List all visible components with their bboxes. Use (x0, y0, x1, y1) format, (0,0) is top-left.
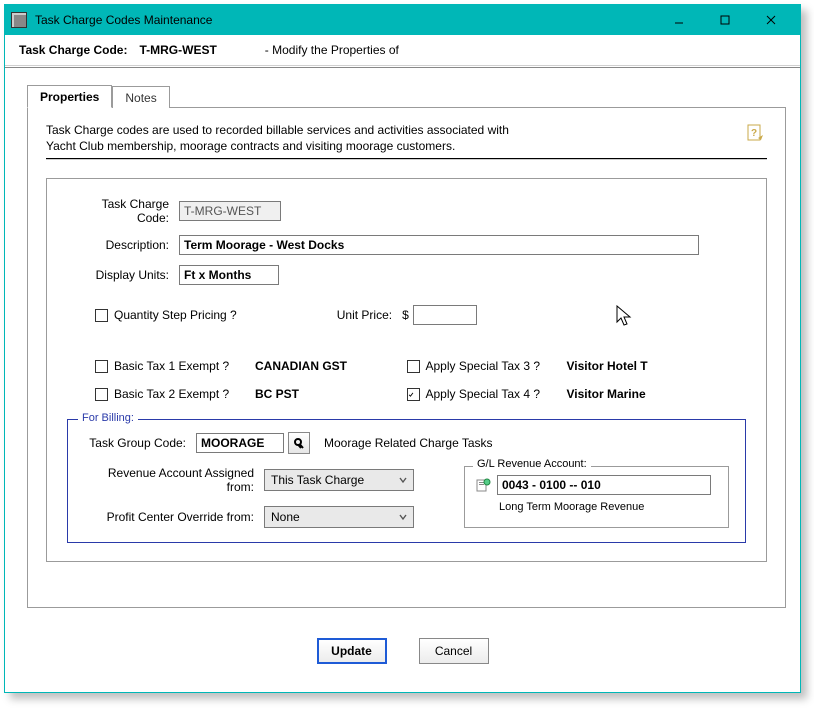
tab-notes[interactable]: Notes (112, 86, 169, 108)
description-input[interactable] (179, 235, 699, 255)
task-group-input[interactable] (196, 433, 284, 453)
basic-tax2-label: Basic Tax 2 Exempt ? (114, 387, 229, 401)
unit-price-label: Unit Price: (337, 308, 392, 322)
profit-center-label: Profit Center Override from: (84, 510, 264, 524)
header-strip: Task Charge Code: T-MRG-WEST - Modify th… (5, 35, 800, 65)
chevron-down-icon (397, 474, 409, 486)
rev-acct-label: Revenue Account Assigned from: (84, 466, 264, 494)
task-group-label: Task Group Code: (84, 436, 196, 450)
gl-lookup-icon[interactable] (475, 477, 491, 493)
app-icon (11, 12, 27, 28)
maximize-button[interactable] (702, 5, 748, 35)
gl-desc: Long Term Moorage Revenue (499, 501, 718, 513)
chevron-down-icon (397, 511, 409, 523)
rev-acct-value: This Task Charge (271, 473, 364, 487)
titlebar-controls (656, 5, 794, 35)
currency-symbol: $ (402, 308, 409, 322)
units-label: Display Units: (67, 268, 179, 282)
button-row: Update Cancel (5, 616, 800, 692)
tab-area: Properties Notes Task Charge codes are u… (5, 68, 800, 616)
task-group-lookup-button[interactable] (288, 432, 310, 454)
tab-row: Properties Notes (27, 84, 786, 108)
special-tax4-label: Apply Special Tax 4 ? (426, 387, 541, 401)
tab-panel-properties: Task Charge codes are used to recorded b… (27, 108, 786, 608)
cancel-button[interactable]: Cancel (419, 638, 489, 664)
billing-fieldset: For Billing: Task Group Code: Moorage Re… (67, 419, 746, 543)
tax-grid: Basic Tax 1 Exempt ? CANADIAN GST Basic … (67, 357, 746, 413)
tab-properties[interactable]: Properties (27, 85, 112, 108)
window: Task Charge Codes Maintenance Task Charg… (4, 4, 801, 693)
minimize-button[interactable] (656, 5, 702, 35)
qty-step-label: Quantity Step Pricing ? (114, 308, 237, 322)
profit-center-select[interactable]: None (264, 506, 414, 528)
task-group-desc: Moorage Related Charge Tasks (324, 436, 493, 450)
special-tax3-label: Apply Special Tax 3 ? (426, 359, 541, 373)
special-tax3-name: Visitor Hotel T (567, 359, 648, 373)
code-input (179, 201, 281, 221)
close-button[interactable] (748, 5, 794, 35)
intro-underline (46, 158, 767, 160)
gl-legend: G/L Revenue Account: (473, 458, 591, 470)
gl-box: G/L Revenue Account: Long Term Moorage R… (464, 466, 729, 528)
basic-tax1-label: Basic Tax 1 Exempt ? (114, 359, 229, 373)
help-button[interactable]: ? (745, 122, 767, 144)
display-units-input[interactable] (179, 265, 279, 285)
basic-tax2-name: BC PST (255, 387, 299, 401)
svg-text:?: ? (751, 128, 757, 139)
qty-step-checkbox[interactable] (95, 309, 108, 322)
form-box: Task Charge Code: Description: Display U… (46, 178, 767, 562)
special-tax3-checkbox[interactable] (407, 360, 420, 373)
basic-tax1-checkbox[interactable] (95, 360, 108, 373)
special-tax4-name: Visitor Marine (567, 387, 646, 401)
titlebar: Task Charge Codes Maintenance (5, 5, 800, 35)
update-button[interactable]: Update (317, 638, 387, 664)
header-code: T-MRG-WEST (139, 43, 216, 57)
rev-acct-select[interactable]: This Task Charge (264, 469, 414, 491)
special-tax4-checkbox[interactable] (407, 388, 420, 401)
basic-tax1-name: CANADIAN GST (255, 359, 347, 373)
intro-text: Task Charge codes are used to recorded b… (46, 122, 526, 154)
code-label: Task Charge Code: (67, 197, 179, 225)
basic-tax2-checkbox[interactable] (95, 388, 108, 401)
unit-price-input[interactable] (413, 305, 477, 325)
window-title: Task Charge Codes Maintenance (35, 13, 656, 27)
gl-account-input[interactable] (497, 475, 711, 495)
header-label: Task Charge Code: (19, 43, 127, 57)
billing-legend: For Billing: (78, 412, 138, 424)
profit-center-value: None (271, 510, 300, 524)
header-subtitle: - Modify the Properties of (265, 43, 399, 57)
desc-label: Description: (67, 238, 179, 252)
